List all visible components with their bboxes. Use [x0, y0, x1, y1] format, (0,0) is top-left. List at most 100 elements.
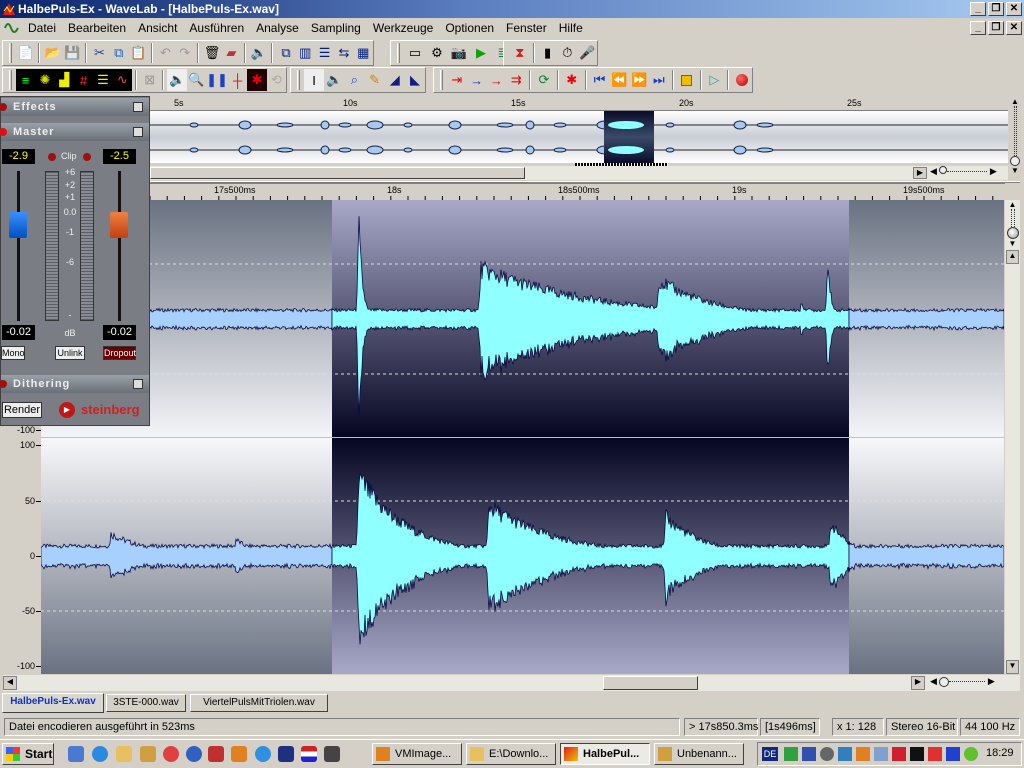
right-volume-fader[interactable] [110, 212, 128, 238]
tab-viertelpuls[interactable]: ViertelPulsMitTriolen.wav [190, 694, 328, 712]
device-icon[interactable] [946, 747, 960, 761]
rewind-icon[interactable]: ⏪ [609, 69, 629, 91]
menu-hilfe[interactable]: Hilfe [553, 21, 589, 35]
task-paint[interactable]: Unbenann... [654, 743, 744, 765]
mono-button[interactable]: Mono [1, 346, 25, 360]
task-vmimage[interactable]: VMImage... [372, 743, 462, 765]
task-explorer[interactable]: E:\Downlo... [466, 743, 556, 765]
trash-icon[interactable]: 🗑 [202, 42, 221, 64]
loop-icon[interactable]: ⟳ [534, 69, 554, 91]
oscilloscope-icon[interactable]: # [73, 69, 94, 91]
left-volume-display[interactable]: -0.02 [2, 325, 35, 340]
marker-icon[interactable]: ⧗ [510, 42, 530, 64]
left-volume-fader[interactable] [9, 212, 27, 238]
task-wavelab[interactable]: HalbePul... [560, 743, 650, 765]
effects-header[interactable]: Effects [0, 98, 149, 116]
spectroscope-icon[interactable]: ✺ [35, 69, 55, 91]
scroll-right-button[interactable]: ▶ [911, 676, 925, 690]
tile-vertical-icon[interactable]: ▥ [296, 42, 315, 64]
go-start-icon[interactable]: ⏮ [590, 69, 610, 91]
quicktime-icon[interactable] [255, 746, 271, 762]
horizontal-scroll-thumb[interactable] [603, 676, 698, 690]
arrange-icon[interactable]: ⇆ [334, 42, 353, 64]
eraser-icon[interactable]: ▰ [222, 42, 241, 64]
marker-multi-icon[interactable]: ⇉ [506, 69, 526, 91]
nvidia-icon[interactable] [964, 747, 978, 761]
vertical-zoom-knob[interactable] [1006, 227, 1019, 239]
marker-next-icon[interactable]: → [486, 69, 506, 91]
paste-icon[interactable]: 📋 [128, 42, 147, 64]
dithering-header[interactable]: Dithering [0, 375, 149, 393]
menu-ausfuehren[interactable]: Ausführen [183, 21, 250, 35]
fader-icon[interactable]: ▮ [538, 42, 558, 64]
flag-icon[interactable] [301, 746, 317, 762]
volume-icon[interactable] [856, 747, 870, 761]
minimize-button[interactable]: _ [970, 2, 986, 16]
spectrum-icon[interactable]: ⚙ [426, 42, 448, 64]
play-right-icon[interactable]: ◣ [405, 69, 425, 91]
level-meter-icon[interactable]: ▭ [404, 42, 426, 64]
home-icon[interactable] [140, 746, 156, 762]
fast-forward-icon[interactable]: ⏩ [629, 69, 649, 91]
cascade-windows-icon[interactable]: ⧉ [276, 42, 295, 64]
unlink-button[interactable]: Unlink [55, 346, 85, 360]
audio-format[interactable]: Stereo 16-Bit [886, 718, 958, 736]
menu-datei[interactable]: Datei [22, 21, 62, 35]
pause-icon[interactable]: ❚❚ [206, 69, 228, 91]
marker-insert-icon[interactable]: ⇥ [447, 69, 467, 91]
go-end-icon[interactable]: ⏭ [649, 69, 669, 91]
waveform-red-icon[interactable]: ✱ [247, 69, 267, 91]
play-icon[interactable]: ▷ [705, 69, 725, 91]
close-button[interactable]: ✕ [1006, 2, 1022, 16]
ie-icon[interactable] [92, 746, 108, 762]
security-icon[interactable] [892, 747, 906, 761]
horizontal-scrollbar[interactable]: ◀ ▶ ◀ ▶ [3, 675, 1020, 691]
open-folder-icon[interactable]: 📂 [43, 42, 62, 64]
sync-icon[interactable] [838, 747, 852, 761]
right-volume-display[interactable]: -0.02 [103, 325, 136, 340]
text-cursor-icon[interactable]: I [303, 69, 325, 91]
phasescope-icon[interactable]: ∿ [112, 69, 133, 91]
network-icon[interactable] [784, 747, 798, 761]
play-green-icon[interactable]: ▶ [470, 42, 492, 64]
spectrum-analyzer-icon[interactable]: ▟ [54, 69, 74, 91]
bit-meter-icon[interactable]: ☰ [93, 69, 113, 91]
render-button[interactable]: Render [2, 402, 42, 418]
marker-red-icon[interactable]: ┼ [228, 69, 247, 91]
folder-icon[interactable] [116, 746, 132, 762]
restore-button[interactable]: ❐ [988, 2, 1004, 16]
left-fader-track[interactable] [17, 171, 20, 321]
disk-icon[interactable] [820, 747, 834, 761]
tile-horizontal-icon[interactable]: ☰ [315, 42, 334, 64]
doc-restore-button[interactable]: ❐ [988, 21, 1004, 35]
snapshot-icon[interactable]: 📷 [448, 42, 470, 64]
undo-icon[interactable]: ↶ [156, 42, 175, 64]
magnify-icon[interactable]: 🔍 [187, 69, 206, 91]
master-header[interactable]: Master [0, 123, 149, 141]
start-button[interactable]: Start [2, 743, 54, 765]
effects-collapse-checkbox[interactable] [133, 102, 143, 112]
tab-halbepuls[interactable]: HalbePuls-Ex.wav [2, 693, 104, 713]
menu-sampling[interactable]: Sampling [305, 21, 367, 35]
time-ruler[interactable]: 17s500ms 18s 18s500ms 19s 19s500ms [150, 183, 1005, 202]
stop-icon[interactable] [677, 69, 697, 91]
language-indicator[interactable]: DE [762, 747, 778, 761]
zoom-tool-icon[interactable]: ⌕ [344, 69, 364, 91]
zoom-ratio[interactable]: x 1: 128 [832, 718, 884, 736]
display-icon[interactable] [802, 747, 816, 761]
menu-analyse[interactable]: Analyse [250, 21, 305, 35]
tab-3ste[interactable]: 3STE-000.wav [106, 694, 186, 712]
cut-silence-icon[interactable]: ✱ [562, 69, 582, 91]
doc-minimize-button[interactable]: _ [970, 21, 986, 35]
selection-length[interactable]: [1s496ms] [760, 718, 820, 736]
speaker-play-icon[interactable]: 🔈 [167, 69, 187, 91]
menu-ansicht[interactable]: Ansicht [132, 21, 183, 35]
tool-icon[interactable] [208, 746, 224, 762]
overview-selection[interactable] [604, 111, 654, 163]
speaker-icon[interactable]: 🔈 [249, 42, 268, 64]
menu-werkzeuge[interactable]: Werkzeuge [367, 21, 439, 35]
dropout-button[interactable]: Dropout [103, 346, 136, 360]
sample-rate[interactable]: 44 100 Hz [960, 718, 1020, 736]
new-file-icon[interactable]: 📄 [16, 42, 35, 64]
overview-vertical-zoom-slider[interactable]: ▲ ▼ [1008, 97, 1022, 181]
